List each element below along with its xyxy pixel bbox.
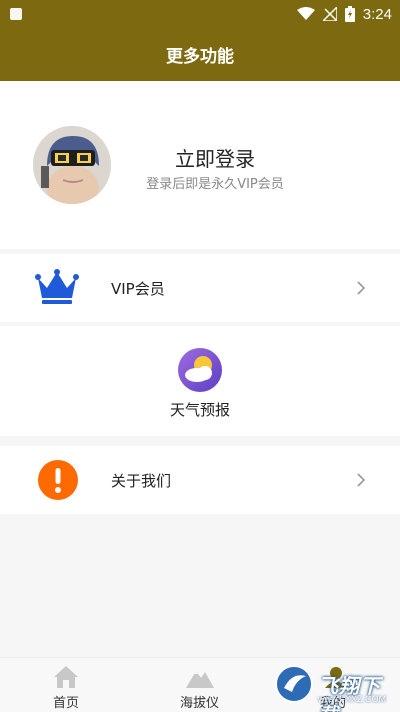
- clock: 3:24: [362, 5, 392, 23]
- watermark: 飞翔下载 www.FXXZ.COM: [274, 664, 396, 712]
- tab-home[interactable]: 首页: [40, 658, 94, 712]
- chevron-right-icon: [357, 473, 366, 487]
- weather-item[interactable]: 天气预报: [0, 326, 400, 436]
- watermark-text: 飞翔下载: [318, 674, 381, 712]
- home-icon: [54, 666, 78, 688]
- weather-label: 天气预报: [169, 401, 230, 419]
- weather-icon: [178, 348, 222, 392]
- sim-card-icon: [10, 8, 22, 20]
- login-title[interactable]: 立即登录: [130, 143, 300, 172]
- tab-home-label: 首页: [53, 696, 80, 711]
- status-bar: 3:24: [0, 0, 400, 28]
- tab-altimeter[interactable]: 海拔仪: [162, 658, 238, 712]
- battery-charging-icon: [344, 6, 355, 22]
- vip-label: VIP会员: [111, 280, 165, 298]
- about-row[interactable]: 关于我们: [0, 446, 400, 514]
- tab-altimeter-label: 海拔仪: [180, 696, 220, 711]
- profile-card[interactable]: 立即登录 登录后即是永久VIP会员: [0, 81, 400, 249]
- login-subtitle: 登录后即是永久VIP会员: [146, 177, 284, 192]
- exclamation-icon: [38, 460, 78, 500]
- app-bar: 更多功能: [0, 28, 400, 81]
- vip-row[interactable]: VIP会员: [0, 254, 400, 322]
- about-label: 关于我们: [111, 472, 172, 490]
- no-signal-icon: [322, 7, 337, 21]
- avatar[interactable]: [33, 126, 111, 204]
- page-title: 更多功能: [166, 47, 234, 67]
- watermark-logo-icon: [275, 665, 313, 703]
- chevron-right-icon: [357, 281, 366, 295]
- watermark-url: www.FXXZ.COM: [318, 694, 387, 704]
- mountain-icon: [186, 671, 214, 688]
- crown-icon: [35, 269, 79, 304]
- wifi-icon: [296, 7, 315, 20]
